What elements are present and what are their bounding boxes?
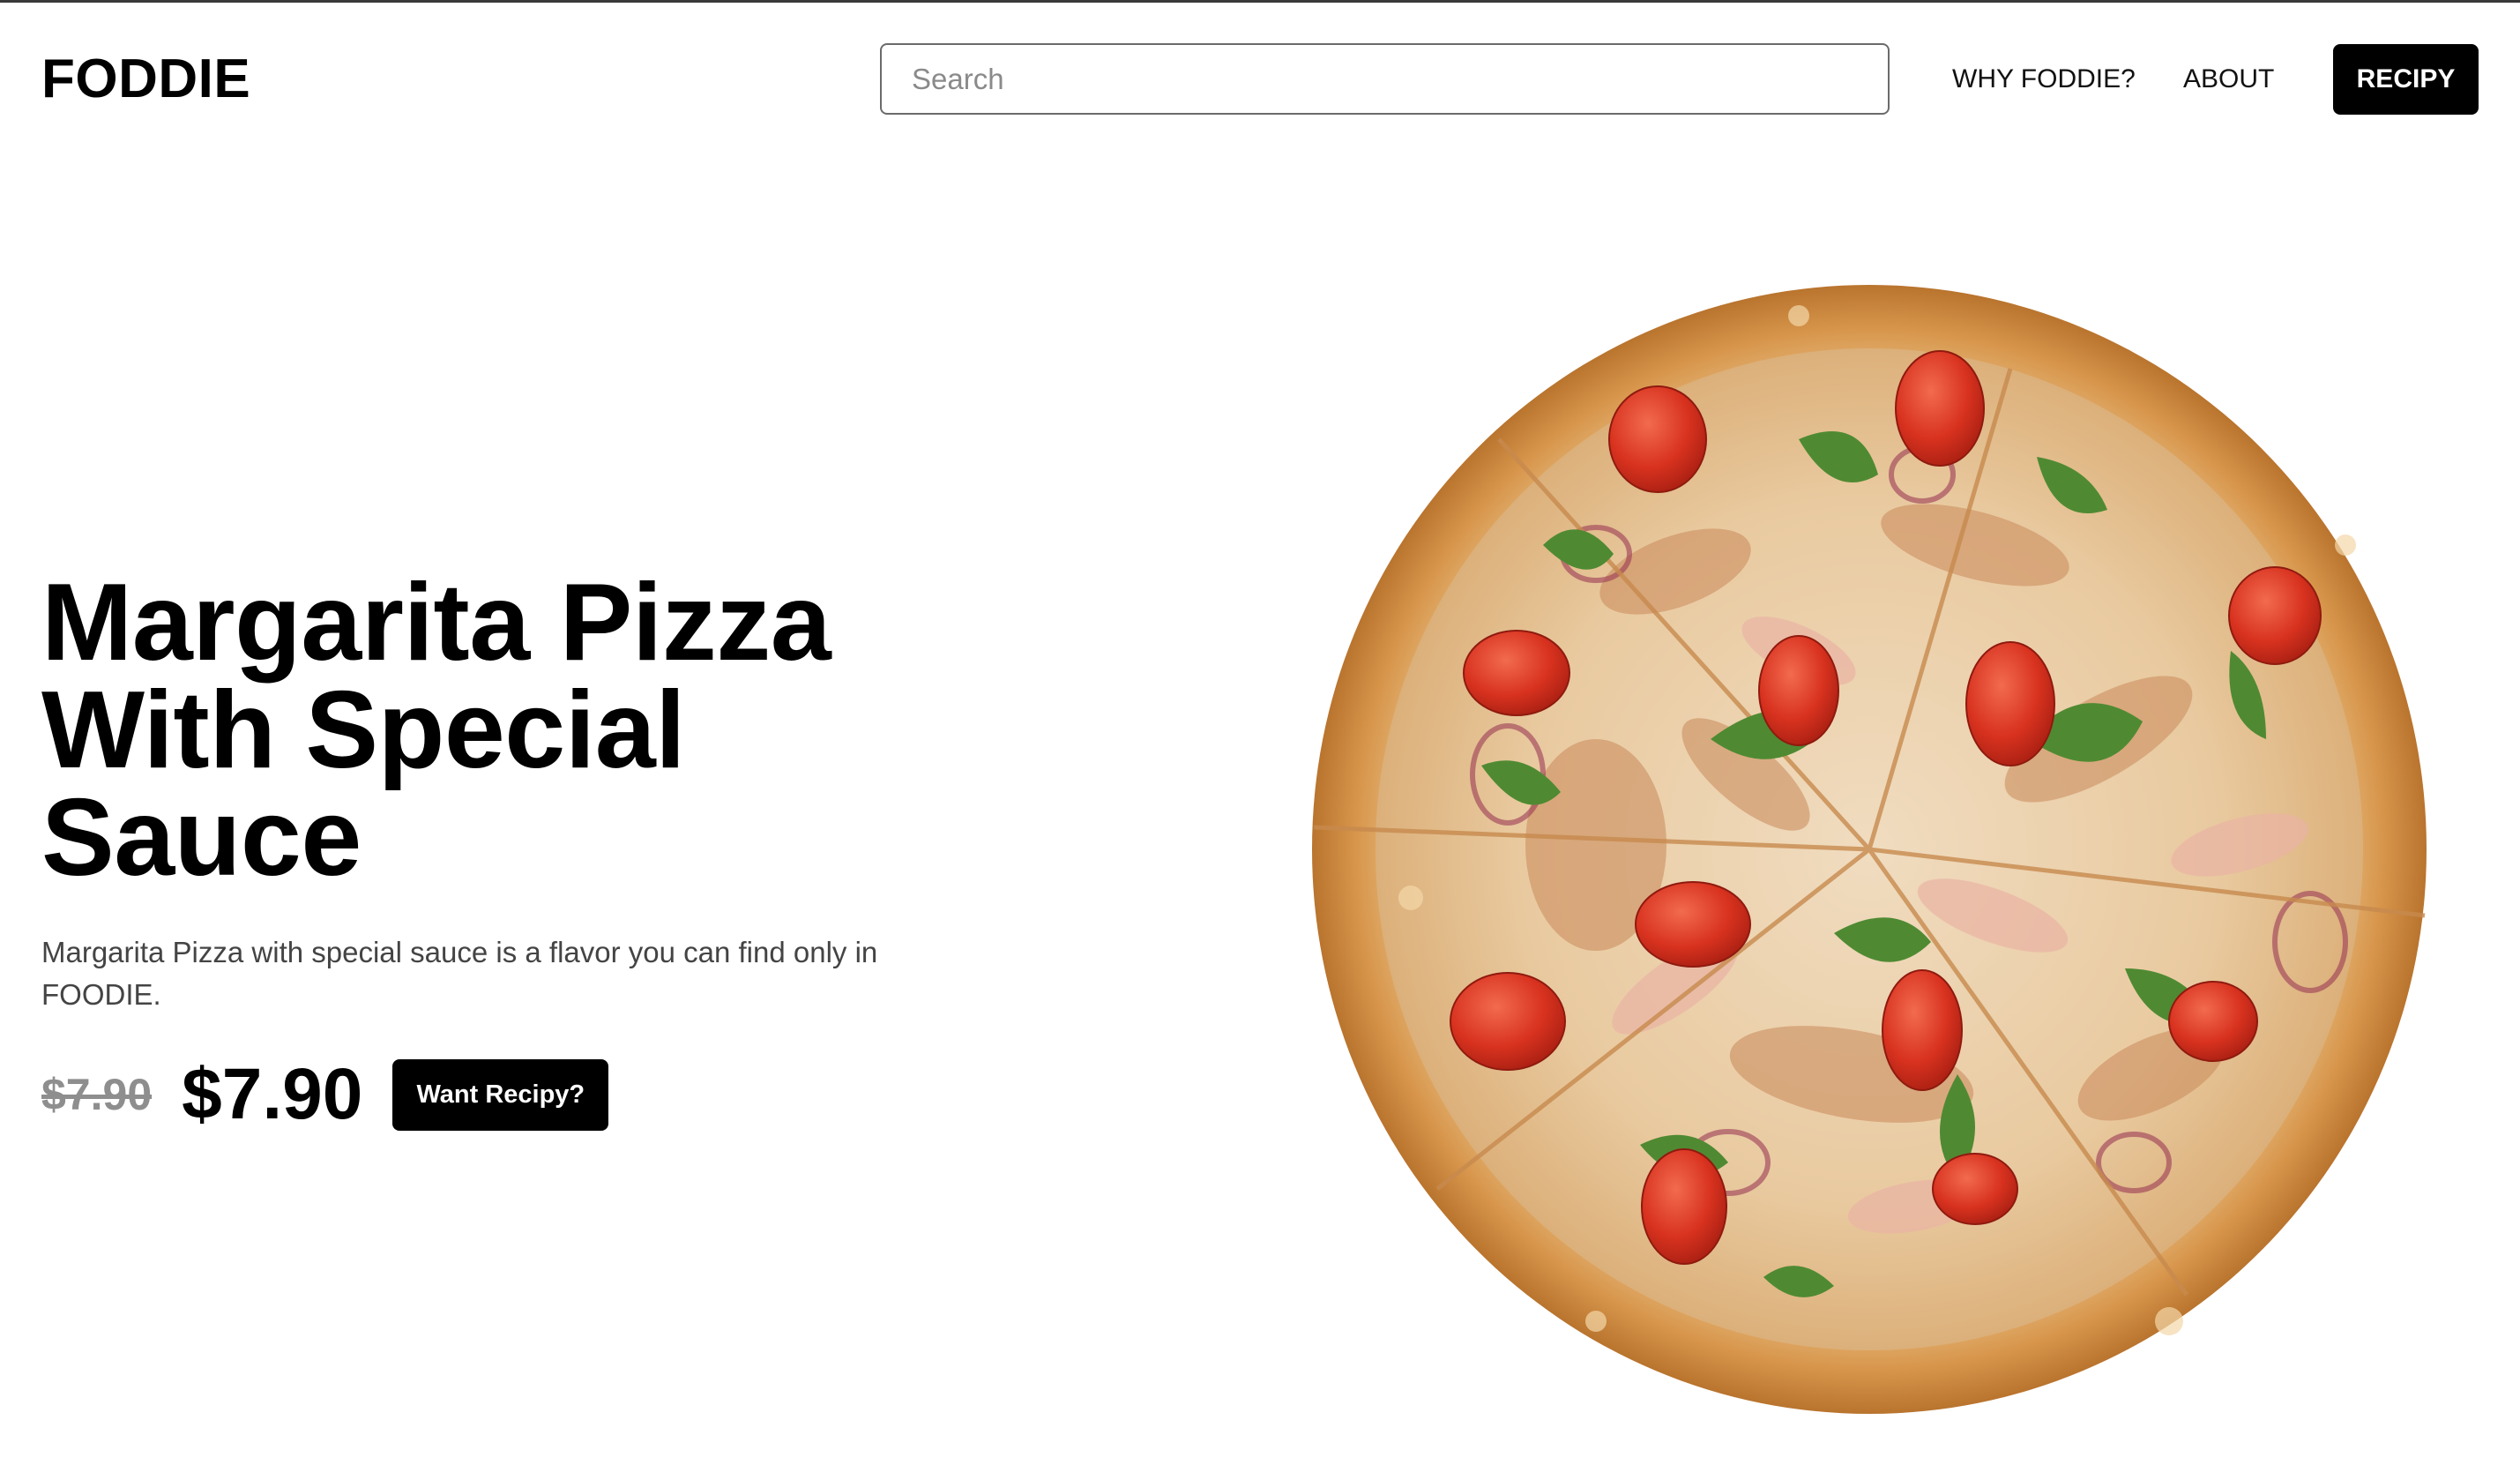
logo[interactable]: FODDIE — [41, 44, 250, 115]
hero-description: Margarita Pizza with special sauce is a … — [41, 936, 878, 1011]
pizza-image — [1312, 285, 2427, 1414]
old-price: $7.90 — [41, 1070, 153, 1119]
site-header: FODDIE WHY FODDIE? ABOUT RECIPY — [0, 0, 2520, 159]
hero-title: Margarita Pizza With Special Sauce — [41, 562, 831, 899]
recipy-nav-button[interactable]: RECIPY — [2333, 44, 2479, 115]
current-price: $7.90 — [182, 1054, 363, 1134]
nav-link-about[interactable]: ABOUT — [2183, 60, 2274, 99]
nav-link-why-foddie[interactable]: WHY FODDIE? — [1952, 60, 2136, 99]
search-input[interactable] — [880, 43, 1890, 115]
price-row: $7.90 $7.90 Want Recipy? — [41, 1054, 609, 1134]
want-recipy-button[interactable]: Want Recipy? — [392, 1058, 609, 1131]
